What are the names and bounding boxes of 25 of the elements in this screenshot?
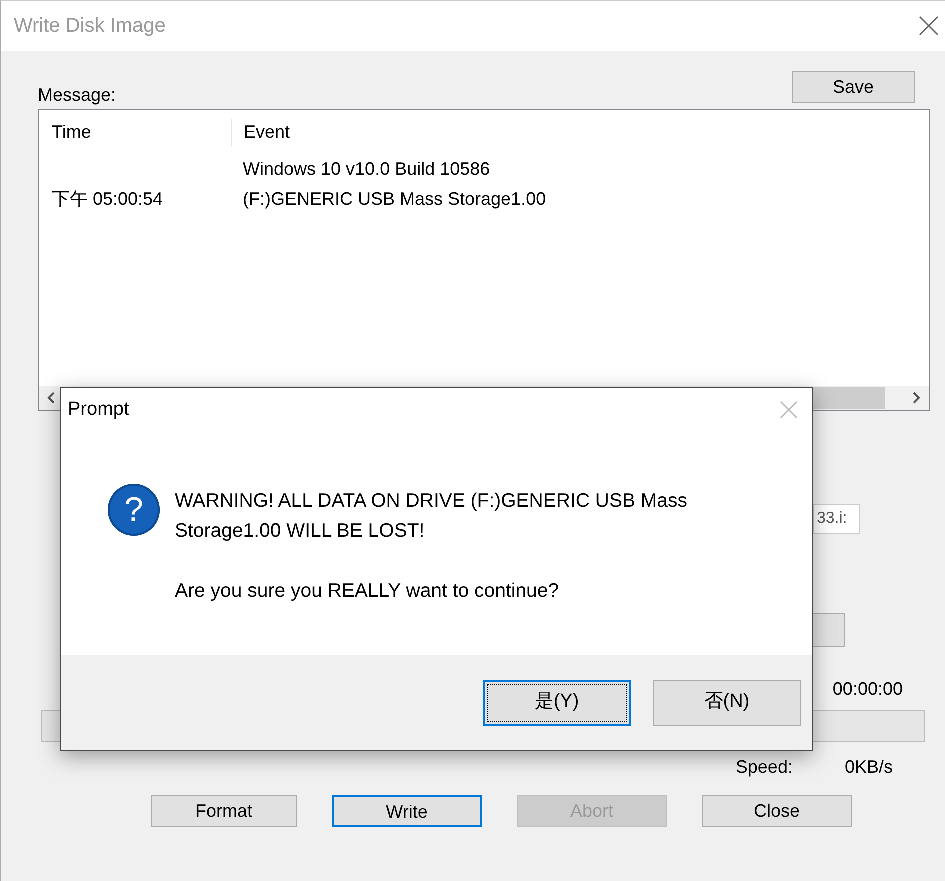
message-label: Message: xyxy=(38,84,116,107)
close-icon[interactable] xyxy=(919,16,939,36)
dialog-button[interactable]: 否(N) xyxy=(653,680,801,726)
event-cell: (F:)GENERIC USB Mass Storage1.00 xyxy=(243,188,546,208)
window-title: Write Disk Image xyxy=(14,14,166,39)
button[interactable] xyxy=(812,613,845,647)
elapsed-time: 00:00:00 xyxy=(832,678,903,701)
column-header[interactable]: Time xyxy=(39,118,231,146)
confirm-question: Are you sure you REALLY want to continue? xyxy=(175,579,560,604)
time-cell: 下午 05:00:54 xyxy=(52,188,164,208)
action-button[interactable]: Close xyxy=(702,795,852,827)
save-button[interactable]: Save xyxy=(792,71,915,103)
dialog-title: Prompt xyxy=(68,398,130,422)
column-header[interactable]: Event xyxy=(231,118,290,146)
event-cell: Windows 10 v10.0 Build 10586 xyxy=(243,158,490,178)
warning-message: WARNING! ALL DATA ON DRIVE (F:)GENERIC USB Mass Storage1.00 WILL BE LOST! xyxy=(175,489,688,544)
scroll-right-icon[interactable] xyxy=(913,392,921,404)
dialog-button[interactable]: 是(Y) xyxy=(483,680,631,726)
action-button[interactable]: Write xyxy=(332,795,482,827)
question-icon: ? xyxy=(108,484,160,536)
speed-value: 0KB/s xyxy=(844,756,893,779)
scroll-left-icon[interactable] xyxy=(47,392,55,404)
action-button[interactable]: Format xyxy=(151,795,297,827)
file-path-field[interactable]: 33.i: xyxy=(813,504,860,534)
speed-label: Speed: xyxy=(736,756,793,779)
